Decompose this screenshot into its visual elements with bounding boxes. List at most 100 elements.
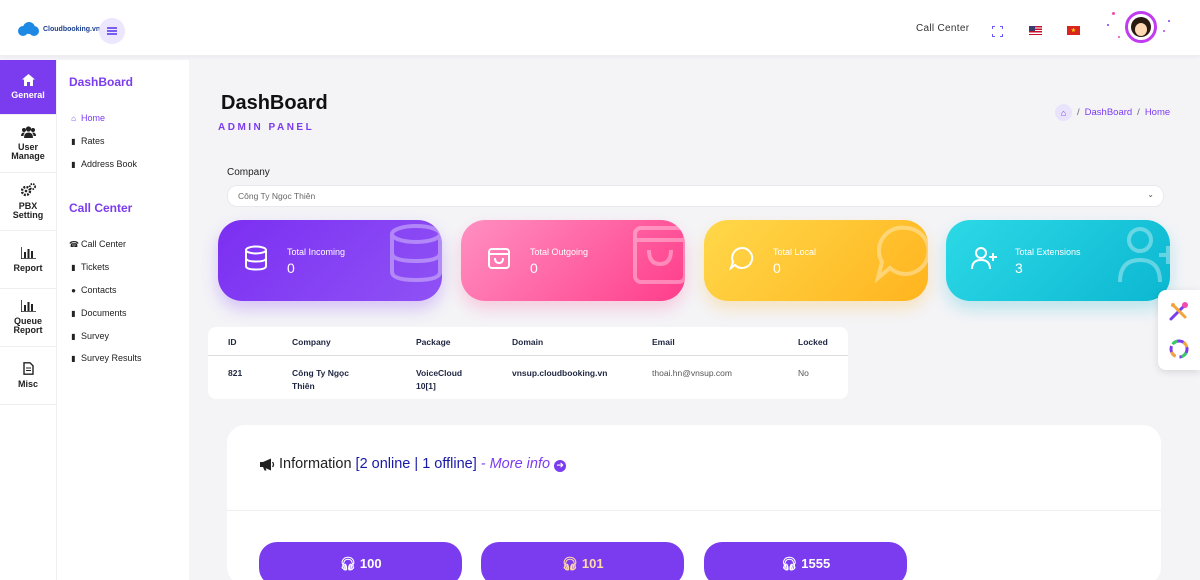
submenu-item-label: Survey Results bbox=[81, 353, 142, 363]
rail-item-queue-report[interactable]: Queue Report bbox=[0, 289, 56, 347]
module-rail: General User Manage PBX Setting Report Que… bbox=[0, 60, 57, 580]
headset-icon: 🎧︎ bbox=[561, 556, 578, 571]
arrow-right-icon: ➜ bbox=[554, 459, 567, 472]
chat-bubble-icon bbox=[729, 246, 754, 271]
document-icon bbox=[22, 362, 34, 377]
cell-company-line: Thiên bbox=[292, 381, 315, 391]
stat-value: 0 bbox=[530, 260, 538, 276]
submenu-item-callcenter[interactable]: ☎ Call Center bbox=[69, 239, 126, 249]
headset-icon: ☎ bbox=[69, 239, 79, 249]
home-icon: ⌂ bbox=[71, 113, 76, 123]
tools-icon[interactable] bbox=[1168, 300, 1190, 322]
breadcrumb-separator: / bbox=[1077, 107, 1080, 118]
database-icon bbox=[245, 245, 267, 271]
user-icon: ● bbox=[71, 285, 76, 295]
user-plus-icon bbox=[1118, 227, 1170, 283]
submenu-item-survey[interactable]: ▮ Survey bbox=[69, 331, 109, 341]
logo-text: Cloudbooking.vn bbox=[43, 25, 101, 33]
database-icon bbox=[390, 224, 442, 283]
rail-label: Misc bbox=[17, 379, 38, 389]
sparkle-decoration bbox=[1118, 36, 1120, 38]
rail-item-general[interactable]: General bbox=[0, 60, 56, 115]
cell-package-line: VoiceCloud bbox=[416, 368, 463, 378]
company-select-value: Công Ty Ngọc Thiên bbox=[238, 191, 316, 201]
bar-chart-icon bbox=[19, 246, 36, 261]
shopping-bag-icon bbox=[488, 248, 510, 269]
extension-button-101[interactable]: 🎧︎ 101 bbox=[481, 542, 684, 580]
cell-package-line: 10[1] bbox=[416, 381, 436, 391]
submenu-item-documents[interactable]: ▮ Documents bbox=[69, 308, 127, 318]
color-palette-icon[interactable] bbox=[1168, 338, 1190, 360]
menu-toggle-button[interactable] bbox=[99, 18, 125, 44]
page-title: DashBoard bbox=[221, 92, 328, 114]
submenu-item-label: Address Book bbox=[81, 159, 138, 169]
more-info-link[interactable]: - More info ➜ bbox=[481, 456, 567, 472]
rail-item-pbx-setting[interactable]: PBX Setting bbox=[0, 173, 56, 231]
column-header: Domain bbox=[512, 337, 544, 347]
cell-domain: vnsup.cloudbooking.vn bbox=[512, 368, 608, 378]
cell-company: Công Ty Ngọc Thiên bbox=[292, 367, 349, 393]
header-callcenter-link[interactable]: Call Center bbox=[916, 0, 969, 56]
chat-bubble-icon bbox=[874, 225, 928, 284]
company-select[interactable]: Công Ty Ngọc Thiên ⌄ bbox=[227, 185, 1164, 207]
bar-chart-icon bbox=[19, 300, 36, 314]
home-icon bbox=[21, 74, 35, 88]
rail-item-misc[interactable]: Misc bbox=[0, 347, 56, 405]
breadcrumb: ⌂ / DashBoard / Home bbox=[1055, 104, 1170, 121]
cogs-icon bbox=[20, 183, 36, 199]
user-plus-icon bbox=[971, 247, 997, 270]
headset-icon: 🎧︎ bbox=[780, 556, 798, 571]
submenu-item-label: Survey bbox=[81, 331, 110, 341]
megaphone-icon bbox=[260, 458, 275, 470]
sparkle-decoration bbox=[1163, 30, 1165, 32]
submenu-item-label: Tickets bbox=[81, 262, 110, 272]
breadcrumb-dashboard[interactable]: DashBoard bbox=[1085, 107, 1133, 118]
us-flag-icon[interactable] bbox=[1029, 26, 1042, 35]
extension-button-1555[interactable]: 🎧︎ 1555 bbox=[704, 542, 907, 580]
submenu-item-address-book[interactable]: ▮ Address Book bbox=[69, 159, 137, 169]
cloudbooking-logo[interactable]: Cloudbooking.vn bbox=[18, 22, 100, 36]
shopping-bag-icon bbox=[633, 226, 685, 284]
cell-package: VoiceCloud 10[1] bbox=[416, 367, 462, 393]
stat-label: Total Outgoing bbox=[530, 247, 589, 257]
submenu-item-home[interactable]: ⌂ Home bbox=[69, 113, 105, 123]
rail-label: Report bbox=[13, 262, 43, 273]
page-subtitle: ADMIN PANEL bbox=[218, 122, 315, 133]
submenu-item-rates[interactable]: ▮ Rates bbox=[69, 136, 104, 146]
sparkle-decoration bbox=[1168, 20, 1170, 22]
users-icon bbox=[20, 126, 36, 140]
sparkle-decoration bbox=[1107, 24, 1109, 26]
fullscreen-icon[interactable] bbox=[992, 26, 1003, 37]
home-icon[interactable]: ⌂ bbox=[1055, 104, 1072, 121]
cell-id: 821 bbox=[228, 368, 243, 378]
submenu-item-tickets[interactable]: ▮ Tickets bbox=[69, 262, 109, 272]
information-label: Information bbox=[279, 456, 352, 472]
user-avatar[interactable] bbox=[1125, 11, 1157, 43]
headset-icon: 🎧︎ bbox=[339, 556, 356, 571]
sparkle-decoration bbox=[1112, 12, 1115, 15]
book-icon: ▮ bbox=[71, 136, 76, 146]
rail-label: User Manage bbox=[11, 142, 45, 161]
rail-item-user-manage[interactable]: User Manage bbox=[0, 115, 56, 173]
cell-email: thoai.hn@vnsup.com bbox=[652, 368, 732, 378]
table-header-divider bbox=[208, 355, 848, 356]
stat-value: 0 bbox=[287, 260, 295, 276]
rail-item-report[interactable]: Report bbox=[0, 231, 56, 289]
stat-card-extensions[interactable]: Total Extensions 3 bbox=[946, 220, 1170, 301]
hamburger-icon bbox=[107, 26, 117, 37]
column-header: Email bbox=[652, 337, 675, 347]
stat-card-local[interactable]: Total Local 0 bbox=[704, 220, 928, 301]
submenu-item-label: Documents bbox=[81, 308, 127, 318]
vn-flag-icon[interactable]: ★ bbox=[1067, 26, 1080, 35]
submenu-item-contacts[interactable]: ● Contacts bbox=[69, 285, 116, 295]
cloud-icon bbox=[18, 22, 40, 36]
submenu-item-survey-results[interactable]: ▮ Survey Results bbox=[69, 353, 142, 363]
stat-label: Total Local bbox=[773, 247, 817, 257]
submenu-heading-dashboard: DashBoard bbox=[69, 75, 134, 89]
stat-card-incoming[interactable]: Total Incoming 0 bbox=[218, 220, 442, 301]
extension-button-100[interactable]: 🎧︎ 100 bbox=[259, 542, 462, 580]
stat-card-outgoing[interactable]: Total Outgoing 0 bbox=[461, 220, 685, 301]
company-label: Company bbox=[227, 167, 270, 178]
submenu-item-label: Call Center bbox=[81, 239, 127, 249]
panel-divider bbox=[227, 510, 1161, 511]
